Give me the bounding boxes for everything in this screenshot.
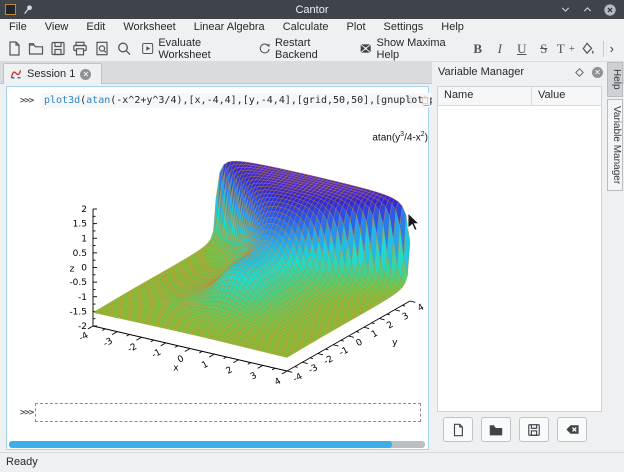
restart-icon [258, 41, 271, 56]
vm-clear-button[interactable] [557, 417, 587, 442]
next-command-prompt: >>> [20, 408, 33, 418]
variable-manager-header: Variable Manager ✕ [432, 62, 607, 82]
print-button[interactable] [69, 38, 91, 60]
column-value[interactable]: Value [532, 87, 571, 105]
variable-manager-title: Variable Manager [438, 66, 575, 78]
command-keyword-plot3d: plot3d [44, 95, 80, 106]
italic-button[interactable]: I [489, 38, 511, 60]
search-icon [116, 40, 132, 57]
open-file-button[interactable] [25, 38, 47, 60]
print-icon [72, 40, 88, 57]
vm-new-button[interactable] [443, 417, 473, 442]
close-button[interactable] [603, 3, 617, 17]
menu-help[interactable]: Help [432, 19, 473, 36]
side-tab-help[interactable]: Help [607, 62, 623, 97]
vm-open-icon [489, 423, 503, 437]
evaluate-worksheet-label: Evaluate Worksheet [158, 37, 245, 61]
vm-new-icon [451, 423, 465, 437]
side-tab-variable-manager[interactable]: Variable Manager [607, 99, 623, 191]
menu-plot[interactable]: Plot [338, 19, 375, 36]
print-preview-button[interactable] [91, 38, 113, 60]
maximize-button[interactable] [581, 3, 594, 16]
text-color-button[interactable] [577, 38, 599, 60]
window-title: Cantor [0, 4, 624, 16]
restart-backend-label: Restart Backend [275, 37, 347, 61]
folder-icon [28, 40, 44, 57]
new-document-icon [6, 40, 22, 57]
underline-button[interactable]: U [511, 38, 533, 60]
statusbar: Ready [0, 452, 624, 472]
column-name[interactable]: Name [438, 87, 532, 105]
command-prompt: >>> [20, 96, 33, 106]
menu-calculate[interactable]: Calculate [274, 19, 338, 36]
superscript-t: T [557, 41, 565, 57]
menu-linear-algebra[interactable]: Linear Algebra [185, 19, 274, 36]
mouse-cursor [407, 213, 421, 233]
show-maxima-help-button[interactable]: Show Maxima Help [353, 38, 467, 60]
minimize-button[interactable] [559, 3, 572, 16]
variable-manager-buttons [443, 417, 587, 442]
vm-save-icon [527, 423, 541, 437]
paint-icon [580, 41, 595, 56]
maxima-help-icon [359, 41, 372, 56]
h-scrollbar-thumb[interactable] [9, 441, 392, 448]
vm-clear-icon [565, 422, 580, 437]
superscript-button[interactable]: T+ [555, 38, 577, 60]
status-text: Ready [6, 456, 38, 468]
save-icon [50, 40, 66, 57]
app-menu-icon[interactable] [5, 4, 16, 15]
new-document-button[interactable] [3, 38, 25, 60]
toolbar: Evaluate Worksheet Restart Backend Show … [0, 36, 624, 61]
menu-file[interactable]: File [0, 19, 36, 36]
plot-canvas [58, 119, 430, 391]
tab-label: Session 1 [27, 68, 75, 80]
toolbar-separator [603, 41, 604, 57]
tab-session-1[interactable]: Session 1 ✕ [3, 63, 102, 84]
entry-remove-icon[interactable] [420, 95, 430, 105]
menu-settings[interactable]: Settings [375, 19, 433, 36]
panel-close-icon[interactable]: ✕ [592, 67, 603, 78]
plot-title: atan(y3/4-x2) [372, 131, 428, 143]
restart-backend-button[interactable]: Restart Backend [252, 38, 354, 60]
menu-view[interactable]: View [36, 19, 78, 36]
entry-settings-icon[interactable] [406, 95, 416, 105]
pin-icon[interactable] [22, 4, 34, 16]
maxima-icon [10, 68, 22, 80]
titlebar: Cantor [0, 0, 624, 19]
side-tabbar: Help Variable Manager [607, 62, 624, 450]
empty-command-entry[interactable] [35, 403, 421, 422]
menubar: File View Edit Worksheet Linear Algebra … [0, 19, 624, 36]
print-preview-icon [94, 40, 110, 57]
vm-open-button[interactable] [481, 417, 511, 442]
worksheet[interactable]: >>> plot3d(atan(-x^2+y^3/4),[x,-4,4],[y,… [6, 86, 429, 450]
superscript-plus: + [569, 43, 575, 55]
tab-close-icon[interactable]: ✕ [80, 69, 91, 80]
evaluate-worksheet-button[interactable]: Evaluate Worksheet [135, 38, 252, 60]
evaluate-icon [141, 41, 154, 56]
bold-button[interactable]: B [467, 38, 489, 60]
find-button[interactable] [113, 38, 135, 60]
vm-save-button[interactable] [519, 417, 549, 442]
plot-output: atan(y3/4-x2) [58, 119, 430, 391]
command-keyword-atan: atan [86, 95, 110, 106]
menu-edit[interactable]: Edit [77, 19, 114, 36]
toolbar-overflow-button[interactable]: › [610, 41, 614, 56]
save-button[interactable] [47, 38, 69, 60]
panel-float-icon[interactable] [575, 68, 584, 77]
variable-manager-panel: Variable Manager ✕ Name Value [432, 62, 607, 448]
entry-action-icons [406, 95, 430, 105]
strikethrough-button[interactable]: S [533, 38, 555, 60]
menu-worksheet[interactable]: Worksheet [114, 19, 184, 36]
cantor-window: Cantor File View Edit Worksheet Linear A… [0, 0, 624, 472]
show-maxima-help-label: Show Maxima Help [377, 37, 461, 61]
variable-table: Name Value [437, 86, 602, 412]
horizontal-scrollbar[interactable] [9, 441, 425, 448]
